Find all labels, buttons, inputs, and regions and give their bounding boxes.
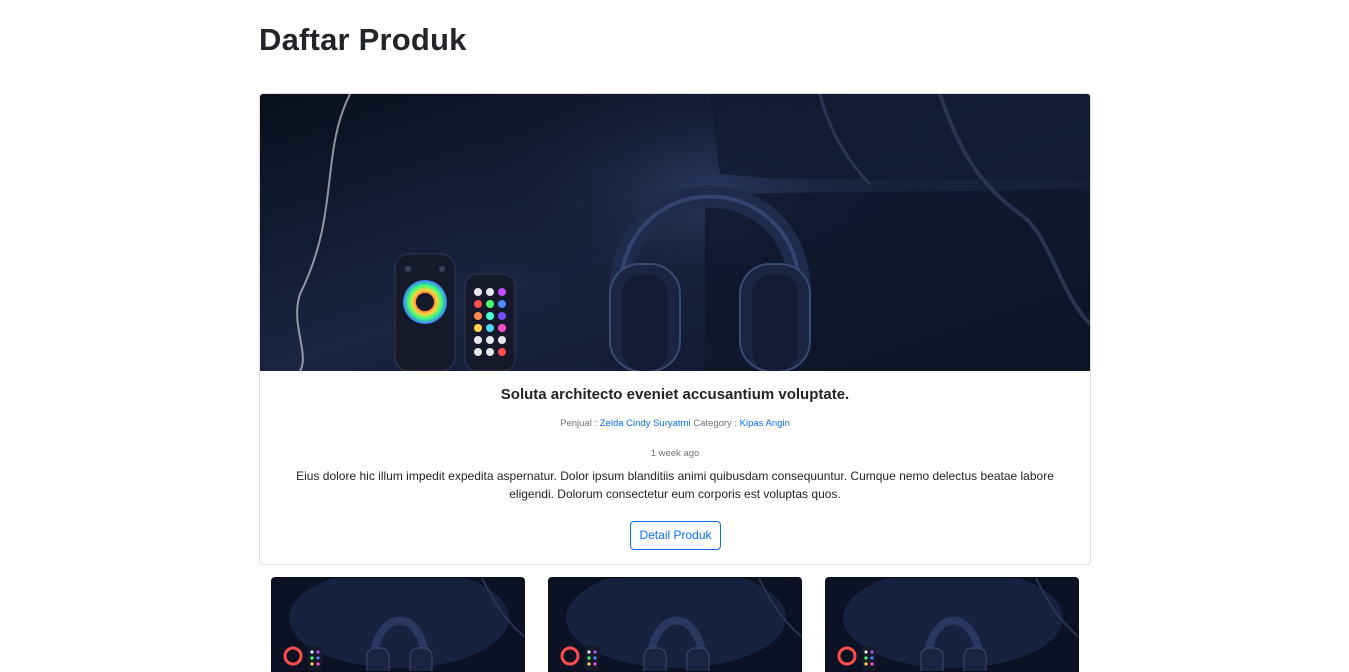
featured-product-card: Soluta architecto eveniet accusantium vo… bbox=[259, 93, 1091, 565]
product-title: Soluta architecto eveniet accusantium vo… bbox=[500, 386, 850, 403]
featured-product-image[interactable] bbox=[260, 94, 1090, 371]
detail-product-button[interactable]: Detail Produk bbox=[630, 521, 721, 550]
product-meta: Penjual : Zelda Cindy Suryatmi Category … bbox=[260, 417, 1090, 431]
seller-label: Penjual : bbox=[560, 418, 598, 429]
category-label: Category : bbox=[693, 418, 738, 429]
product-image-2 bbox=[549, 578, 801, 671]
product-card-3-image[interactable] bbox=[825, 577, 1079, 672]
category-link[interactable]: Kipas Angin bbox=[740, 418, 790, 429]
product-card-1-image[interactable] bbox=[271, 577, 525, 672]
posted-time: 1 week ago bbox=[650, 448, 700, 459]
product-card-2-image[interactable] bbox=[548, 577, 802, 672]
product-image-3 bbox=[826, 578, 1078, 671]
seller-link[interactable]: Zelda Cindy Suryatmi bbox=[600, 418, 691, 429]
product-description: Eius dolore hic illum impedit expedita a… bbox=[296, 469, 1054, 501]
product-image-1 bbox=[272, 578, 524, 671]
page-title: Daftar Produk bbox=[259, 22, 467, 57]
